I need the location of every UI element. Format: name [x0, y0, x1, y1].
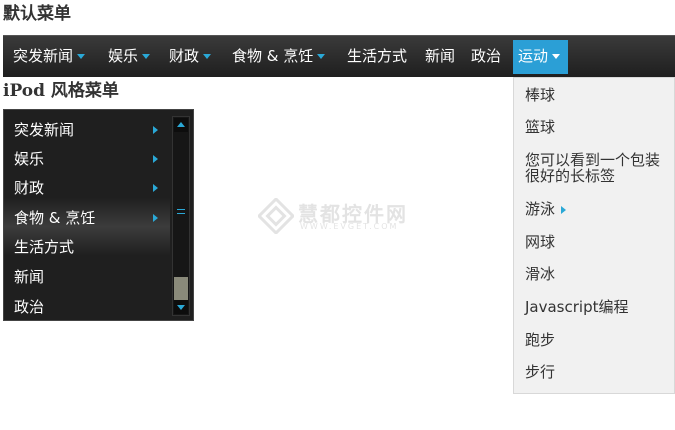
chevron-down-icon [203, 54, 212, 59]
ipod-item-politics[interactable]: 政治 [14, 297, 164, 317]
dropdown-item-label: 棒球 [525, 86, 556, 104]
menubar-item-label: 食物 & 烹饪 [232, 47, 314, 65]
menubar-item-news[interactable]: 新闻 [425, 40, 455, 72]
dropdown-item-long-label[interactable]: 您可以看到一个包装很好的长标签 [525, 152, 660, 184]
dropdown-item-label: 步行 [525, 363, 556, 381]
scroll-up-button[interactable] [174, 118, 188, 132]
ipod-item-breaking-news[interactable]: 突发新闻 [14, 120, 164, 140]
chevron-down-icon [552, 54, 561, 59]
dropdown-item-label: 篮球 [525, 118, 556, 136]
dropdown-item-skating[interactable]: 滑冰 [525, 266, 665, 282]
menubar-item-food-cooking[interactable]: 食物 & 烹饪 [232, 40, 326, 72]
chevron-right-icon [153, 214, 158, 222]
sports-dropdown-menu: 棒球 篮球 您可以看到一个包装很好的长标签 游泳 网球 滑冰 Javascrip… [513, 77, 675, 394]
menubar-item-label: 财政 [169, 47, 200, 65]
chevron-right-icon [153, 155, 158, 163]
dropdown-item-label: Javascript编程 [525, 298, 629, 316]
menubar-item-label: 政治 [471, 47, 502, 65]
watermark-url: WWW.EVGET.COM [300, 222, 399, 231]
chevron-down-icon [142, 54, 151, 59]
dropdown-item-javascript[interactable]: Javascript编程 [525, 299, 665, 315]
arrow-down-icon [177, 305, 185, 310]
ipod-item-label: 新闻 [14, 268, 45, 286]
menubar-item-lifestyle[interactable]: 生活方式 [347, 40, 407, 72]
chevron-right-icon [153, 126, 158, 134]
ipod-item-lifestyle[interactable]: 生活方式 [14, 237, 164, 257]
chevron-right-icon [153, 184, 158, 192]
ipod-item-label: 娱乐 [14, 150, 45, 168]
dropdown-item-swimming[interactable]: 游泳 [525, 201, 665, 217]
dropdown-item-tennis[interactable]: 网球 [525, 234, 665, 250]
scroll-grip-icon [177, 209, 185, 214]
ipod-scrollbar[interactable] [172, 116, 190, 316]
ipod-item-news[interactable]: 新闻 [14, 267, 164, 287]
ipod-item-entertainment[interactable]: 娱乐 [14, 149, 164, 169]
dropdown-item-walking[interactable]: 步行 [525, 364, 665, 380]
dropdown-item-label: 您可以看到一个包装很好的长标签 [525, 151, 661, 185]
watermark-logo-icon [256, 196, 296, 236]
ipod-menu-title: iPod 风格菜单 [3, 81, 119, 101]
arrow-up-icon [177, 122, 185, 127]
ipod-item-label: 生活方式 [14, 238, 75, 256]
ipod-item-finance[interactable]: 财政 [14, 178, 164, 198]
menubar-item-label: 运动 [518, 47, 549, 65]
menubar-item-sports[interactable]: 运动 [513, 40, 569, 74]
menubar-item-finance[interactable]: 财政 [169, 40, 212, 72]
default-menu-title: 默认菜单 [3, 4, 71, 24]
watermark: 慧都控件网 WWW.EVGET.COM [256, 196, 428, 238]
ipod-item-label: 食物 & 烹饪 [14, 209, 96, 227]
menubar-item-politics[interactable]: 政治 [471, 40, 501, 72]
dropdown-item-running[interactable]: 跑步 [525, 332, 665, 348]
dropdown-item-label: 跑步 [525, 331, 556, 349]
scroll-thumb[interactable] [174, 277, 188, 300]
ipod-item-label: 财政 [14, 179, 45, 197]
scroll-down-button[interactable] [174, 300, 188, 314]
chevron-down-icon [77, 54, 86, 59]
dropdown-item-label: 网球 [525, 233, 556, 251]
default-menubar: 突发新闻 娱乐 财政 食物 & 烹饪 生活方式 新闻 政治 运动 [3, 35, 675, 77]
chevron-down-icon [317, 54, 326, 59]
dropdown-item-basketball[interactable]: 篮球 [525, 119, 665, 135]
ipod-item-label: 突发新闻 [14, 121, 75, 139]
menubar-item-label: 生活方式 [347, 47, 408, 65]
dropdown-item-label: 游泳 [525, 200, 556, 218]
menubar-item-label: 娱乐 [108, 47, 139, 65]
menubar-item-breaking-news[interactable]: 突发新闻 [13, 40, 86, 72]
ipod-item-label: 政治 [14, 298, 45, 316]
chevron-right-icon [561, 205, 567, 214]
menubar-item-entertainment[interactable]: 娱乐 [108, 40, 151, 72]
ipod-item-food-cooking[interactable]: 食物 & 烹饪 [14, 208, 164, 228]
menubar-item-label: 新闻 [425, 47, 456, 65]
menubar-item-label: 突发新闻 [13, 47, 74, 65]
ipod-menu: 突发新闻 娱乐 财政 食物 & 烹饪 生活方式 新闻 政治 [3, 109, 194, 321]
dropdown-item-baseball[interactable]: 棒球 [525, 87, 665, 103]
dropdown-item-label: 滑冰 [525, 265, 556, 283]
